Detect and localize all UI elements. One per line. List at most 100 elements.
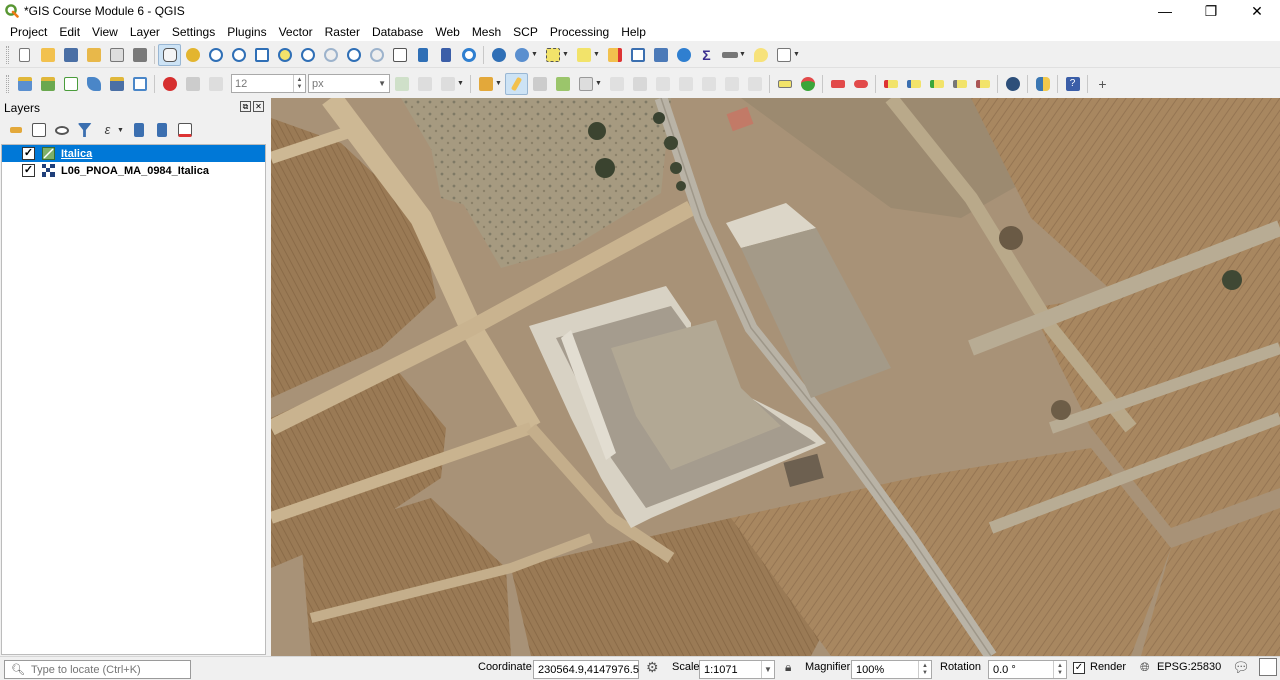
filter-expression-button[interactable]: ε bbox=[96, 119, 119, 141]
crosshair-button[interactable]: + bbox=[1091, 73, 1114, 95]
toggle-editing-button[interactable] bbox=[505, 72, 528, 95]
add-group-button[interactable] bbox=[27, 119, 50, 141]
locator-input[interactable] bbox=[30, 663, 190, 676]
deselect-button[interactable] bbox=[603, 44, 626, 66]
change-label-button[interactable] bbox=[925, 73, 948, 95]
toolbar-grip[interactable] bbox=[6, 74, 9, 93]
label-tool-button[interactable] bbox=[773, 73, 796, 95]
magnifier-spinbox[interactable]: 100% ▲ ▼ bbox=[851, 660, 932, 679]
new-temporary-layer-button[interactable] bbox=[105, 73, 128, 95]
map-tips-button[interactable] bbox=[749, 44, 772, 66]
temporal-controller-button[interactable] bbox=[411, 44, 434, 66]
locator-bar[interactable]: 🔍︎ bbox=[4, 660, 191, 679]
toolbar-grip[interactable] bbox=[6, 45, 9, 64]
scp-tool-button[interactable] bbox=[1001, 73, 1024, 95]
collapse-all-button[interactable] bbox=[150, 119, 173, 141]
menu-web[interactable]: Web bbox=[429, 25, 465, 39]
menu-edit[interactable]: Edit bbox=[53, 25, 86, 39]
zoom-next-button[interactable] bbox=[365, 44, 388, 66]
menu-database[interactable]: Database bbox=[366, 25, 429, 39]
new-shapefile-button[interactable] bbox=[59, 73, 82, 95]
save-edits-button[interactable] bbox=[528, 73, 551, 95]
manage-map-themes-button[interactable] bbox=[50, 119, 73, 141]
messages-icon[interactable]: 💬︎ bbox=[1232, 659, 1250, 676]
spin-arrows-icon[interactable]: ▲ ▼ bbox=[293, 75, 305, 92]
menu-raster[interactable]: Raster bbox=[319, 25, 366, 39]
zoom-out-button[interactable] bbox=[227, 44, 250, 66]
unpin-label-button[interactable] bbox=[971, 73, 994, 95]
map-canvas[interactable] bbox=[271, 98, 1280, 656]
undo-button[interactable] bbox=[720, 73, 743, 95]
attribute-table-button[interactable] bbox=[626, 44, 649, 66]
style-manager-button[interactable] bbox=[128, 44, 151, 66]
pin-labels-button[interactable] bbox=[826, 73, 849, 95]
maximize-button[interactable]: ❐ bbox=[1188, 0, 1234, 22]
zoom-full-button[interactable] bbox=[250, 44, 273, 66]
text-annotation-button[interactable] bbox=[772, 44, 795, 66]
print-layout-button[interactable] bbox=[105, 44, 128, 66]
zoom-last-button[interactable] bbox=[342, 44, 365, 66]
layer-item-pnoa[interactable]: ✓ L06_PNOA_MA_0984_Italica bbox=[2, 162, 265, 179]
help-contents-button[interactable]: ? bbox=[1061, 73, 1084, 95]
redo-button[interactable] bbox=[743, 73, 766, 95]
new-project-button[interactable] bbox=[13, 44, 36, 66]
zoom-layer-button[interactable] bbox=[296, 44, 319, 66]
cut-features-button[interactable] bbox=[651, 73, 674, 95]
tolerance-spinbox[interactable]: 12 ▲ ▼ bbox=[231, 74, 306, 93]
menu-settings[interactable]: Settings bbox=[166, 25, 221, 39]
remove-layer-button[interactable] bbox=[173, 119, 196, 141]
label-properties-button[interactable] bbox=[948, 73, 971, 95]
spin-arrows-icon[interactable]: ▲ ▼ bbox=[918, 661, 931, 678]
units-combo[interactable]: px ▼ bbox=[308, 74, 390, 93]
actions-button[interactable] bbox=[510, 44, 533, 66]
open-project-button[interactable] bbox=[36, 44, 59, 66]
layer-item-italica[interactable]: ✓ Italica bbox=[2, 145, 265, 162]
close-panel-button[interactable]: ✕ bbox=[253, 101, 264, 112]
measure-button[interactable] bbox=[718, 44, 741, 66]
digitize-node-button[interactable] bbox=[390, 73, 413, 95]
minimize-button[interactable]: — bbox=[1142, 0, 1188, 22]
new-virtual-layer-button[interactable] bbox=[128, 73, 151, 95]
scale-combo[interactable]: 1:1071 ▼ bbox=[699, 660, 775, 679]
copy-features-button[interactable] bbox=[674, 73, 697, 95]
add-feature-button[interactable] bbox=[551, 73, 574, 95]
rotate-label-button[interactable] bbox=[902, 73, 925, 95]
menu-project[interactable]: Project bbox=[4, 25, 53, 39]
zoom-native-button[interactable] bbox=[319, 44, 342, 66]
open-layer-styling-button[interactable] bbox=[4, 119, 27, 141]
field-calculator-button[interactable] bbox=[649, 44, 672, 66]
float-panel-button[interactable]: ⧉ bbox=[240, 101, 251, 112]
menu-mesh[interactable]: Mesh bbox=[466, 25, 507, 39]
vertex-tool-button[interactable] bbox=[574, 73, 597, 95]
topological-editing-button[interactable] bbox=[181, 73, 204, 95]
layer-diagram-button[interactable] bbox=[796, 73, 819, 95]
expand-all-button[interactable] bbox=[127, 119, 150, 141]
coordinate-field[interactable]: 230564.9,4147976.5 bbox=[533, 660, 639, 679]
close-button[interactable]: ✕ bbox=[1234, 0, 1280, 22]
layer-visibility-checkbox[interactable]: ✓ bbox=[22, 164, 35, 177]
zoom-in-button[interactable] bbox=[204, 44, 227, 66]
menu-view[interactable]: View bbox=[86, 25, 124, 39]
show-bookmarks-button[interactable] bbox=[434, 44, 457, 66]
pan-map-button[interactable] bbox=[158, 43, 181, 66]
menu-processing[interactable]: Processing bbox=[544, 25, 615, 39]
show-hide-labels-button[interactable] bbox=[849, 73, 872, 95]
pan-to-selection-button[interactable] bbox=[181, 44, 204, 66]
zoom-selection-button[interactable] bbox=[273, 44, 296, 66]
menu-layer[interactable]: Layer bbox=[124, 25, 166, 39]
render-checkbox[interactable]: ✓ bbox=[1073, 662, 1085, 674]
delete-selected-button[interactable] bbox=[628, 73, 651, 95]
coordinate-toggle-icon[interactable]: ⚙ bbox=[646, 659, 659, 676]
paste-features-button[interactable] bbox=[697, 73, 720, 95]
merge-tool-button[interactable] bbox=[436, 73, 459, 95]
refresh-button[interactable] bbox=[457, 44, 480, 66]
save-project-button[interactable] bbox=[59, 44, 82, 66]
new-spatialite-button[interactable] bbox=[82, 73, 105, 95]
split-tool-button[interactable] bbox=[413, 73, 436, 95]
tracing-button[interactable] bbox=[204, 73, 227, 95]
menu-plugins[interactable]: Plugins bbox=[221, 25, 272, 39]
save-as-button[interactable] bbox=[82, 44, 105, 66]
crs-button[interactable]: EPSG:25830 bbox=[1157, 661, 1221, 673]
move-label-button[interactable] bbox=[879, 73, 902, 95]
filter-legend-button[interactable] bbox=[73, 119, 96, 141]
